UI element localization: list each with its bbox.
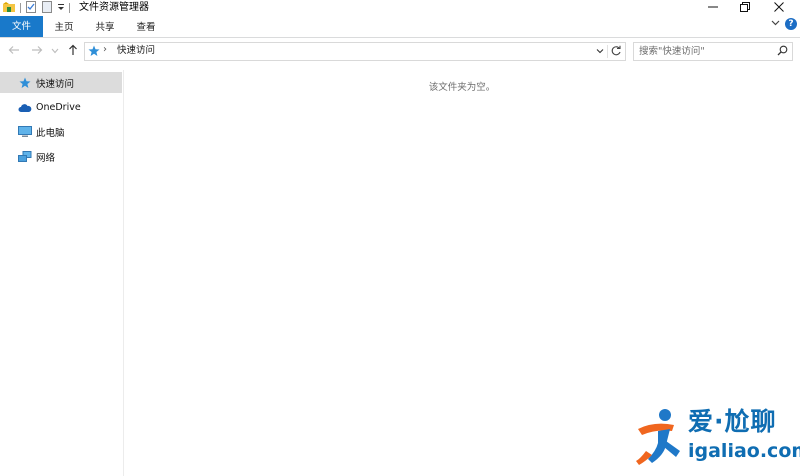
nav-item-quick-access[interactable]: 快速访问	[0, 72, 122, 93]
star-icon	[17, 76, 33, 90]
toolbar-divider	[69, 3, 70, 13]
customize-dropdown-icon[interactable]	[57, 2, 65, 15]
nav-item-this-pc[interactable]: 此电脑	[0, 121, 122, 142]
up-button[interactable]	[66, 44, 80, 58]
close-icon	[774, 1, 784, 15]
forward-button[interactable]	[30, 44, 44, 58]
ribbon-tab-bar: 文件 主页 共享 查看 ?	[0, 16, 800, 38]
tab-view[interactable]: 查看	[130, 18, 162, 37]
arrow-right-icon	[31, 45, 43, 58]
search-icon[interactable]	[777, 45, 788, 59]
tab-file[interactable]: 文件	[0, 16, 43, 37]
nav-item-label: 此电脑	[36, 127, 65, 139]
computer-icon	[17, 125, 33, 139]
runner-logo-icon	[636, 407, 688, 470]
address-row: › 快速访问	[0, 38, 800, 64]
expand-ribbon-icon[interactable]	[771, 18, 780, 30]
star-icon	[88, 45, 100, 60]
nav-item-label: 网络	[36, 152, 56, 164]
title-bar: 文件资源管理器	[0, 0, 800, 16]
refresh-icon[interactable]	[610, 45, 622, 60]
quick-access-toolbar	[2, 0, 74, 16]
restore-icon	[740, 1, 750, 15]
back-button[interactable]	[7, 44, 21, 58]
search-input[interactable]	[639, 44, 767, 58]
watermark-url: igaliao.com	[688, 440, 800, 462]
minimize-icon	[708, 2, 718, 15]
folder-home-icon[interactable]	[2, 1, 16, 16]
toolbar-divider	[20, 3, 21, 13]
address-divider	[607, 45, 608, 58]
breadcrumb-separator[interactable]: ›	[103, 44, 107, 55]
arrow-left-icon	[8, 45, 20, 58]
watermark-brand: 爱·尬聊	[688, 407, 777, 436]
navigation-pane: 快速访问 OneDrive 此电脑 网络	[0, 70, 124, 476]
nav-item-label: OneDrive	[36, 102, 81, 113]
cloud-icon	[17, 101, 33, 115]
restore-button[interactable]	[728, 0, 762, 16]
address-bar[interactable]: › 快速访问	[84, 42, 626, 61]
ribbon-controls: ?	[771, 18, 797, 30]
search-box[interactable]	[633, 42, 793, 61]
tab-home[interactable]: 主页	[48, 18, 80, 37]
close-button[interactable]	[762, 0, 796, 16]
window-title: 文件资源管理器	[79, 2, 149, 13]
nav-item-label: 快速访问	[36, 78, 75, 90]
breadcrumb-quick-access[interactable]: 快速访问	[117, 44, 155, 58]
properties-icon[interactable]	[25, 0, 37, 16]
network-icon	[17, 150, 33, 164]
tab-share[interactable]: 共享	[89, 18, 121, 37]
nav-item-onedrive[interactable]: OneDrive	[0, 97, 122, 118]
minimize-button[interactable]	[696, 0, 730, 16]
nav-item-network[interactable]: 网络	[0, 146, 122, 167]
help-button[interactable]: ?	[785, 18, 797, 30]
arrow-up-icon	[68, 44, 78, 59]
empty-folder-message: 该文件夹为空。	[428, 82, 496, 93]
recent-locations-button[interactable]	[50, 44, 60, 58]
chevron-down-icon	[51, 46, 59, 57]
new-folder-icon[interactable]	[41, 0, 53, 16]
address-history-icon[interactable]	[595, 45, 605, 60]
watermark: 爱·尬聊 igaliao.com	[636, 405, 800, 470]
